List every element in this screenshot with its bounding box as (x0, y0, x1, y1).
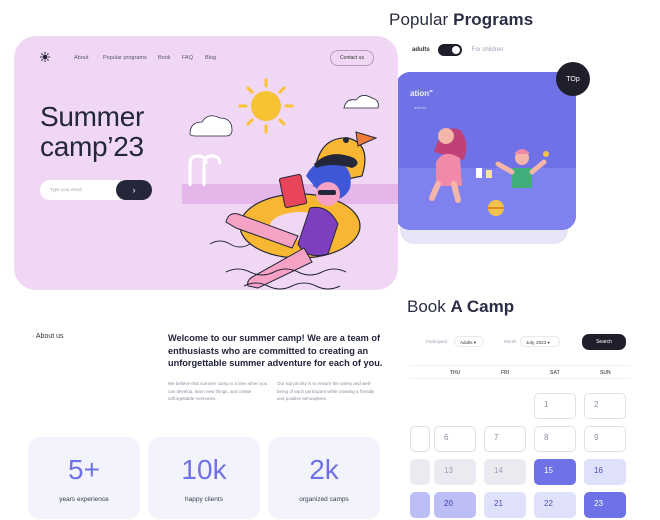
calendar-day[interactable]: 14 (484, 459, 526, 485)
stat-value: 10k (181, 454, 227, 485)
about-lead-text: Welcome to our summer camp! We are a tea… (168, 333, 383, 369)
day-thu: THU (450, 370, 461, 376)
stat-card-clients: 10k happy clients (148, 437, 260, 519)
popular-programs-title-light: Popular (389, 10, 449, 29)
toggle-label-children[interactable]: For children (472, 47, 504, 53)
girl-on-duck-float-illustration (182, 78, 398, 290)
calendar-header: THU FRI SAT SUN (410, 365, 630, 379)
calendar-day[interactable]: 7 (484, 426, 526, 452)
stat-card-camps: 2k organized camps (268, 437, 380, 519)
month-value: July, 2023 (526, 340, 547, 345)
stat-caption: years experience (59, 496, 109, 503)
calendar-day-selected[interactable]: 15 (534, 459, 576, 485)
calendar-day-in-range[interactable]: 16 (584, 459, 626, 485)
stat-caption: happy clients (185, 496, 223, 503)
search-button[interactable]: Search (582, 334, 626, 350)
calendar-day[interactable]: 13 (434, 459, 476, 485)
calendar-day[interactable] (410, 459, 430, 485)
stat-value: 5+ (68, 454, 100, 485)
cloud-icon (189, 115, 233, 137)
about-paragraph-2: Our top priority is to ensure the safety… (277, 381, 375, 401)
participant-value: Adults (460, 340, 473, 345)
calendar-day[interactable] (410, 426, 430, 452)
calendar-day-in-range[interactable]: 22 (534, 492, 576, 518)
sun-icon (238, 78, 294, 134)
about-paragraph-1: We believe that summer camp is a time wh… (168, 381, 268, 401)
popular-programs-title: Popular Programs (389, 10, 533, 30)
day-sat: SAT (550, 370, 560, 376)
book-title-bold: A Camp (450, 297, 515, 316)
audience-toggle[interactable] (437, 44, 462, 56)
calendar-day[interactable]: 8 (534, 426, 576, 452)
cloud-icon (343, 95, 379, 109)
calendar-day-in-range[interactable]: 21 (484, 492, 526, 518)
day-fri: FRI (501, 370, 510, 376)
month-select[interactable]: July, 2023 ▾ (520, 336, 560, 347)
stat-card-years: 5+ years experience (28, 437, 140, 519)
stat-caption: organized camps (299, 496, 349, 503)
stat-value: 2k (309, 454, 339, 485)
toggle-label-adults[interactable]: adults (412, 47, 430, 53)
hero-section: About Popular programs Book FAQ Blog Con… (14, 36, 398, 290)
program-card[interactable]: ation" activity (396, 72, 576, 230)
month-label: Month (504, 339, 517, 344)
calendar-day-in-range[interactable] (410, 492, 430, 518)
book-a-camp-title: Book A Camp (407, 297, 514, 317)
calendar-day[interactable]: 6 (434, 426, 476, 452)
day-sun: SUN (600, 370, 611, 376)
participant-label: Participant (426, 339, 448, 344)
calendar-day[interactable]: 9 (584, 426, 626, 452)
participant-select[interactable]: Adults ▾ (454, 336, 484, 347)
top-badge: TOp (556, 62, 590, 96)
booking-controls: Participant Adults ▾ Month July, 2023 ▾ … (426, 334, 626, 350)
about-us-label-text: About us (35, 333, 64, 340)
kids-in-pool-illustration (429, 128, 549, 216)
about-us-label: · About us (32, 333, 64, 340)
popular-programs-title-bold: Programs (453, 10, 534, 29)
book-title-light: Book (407, 297, 446, 316)
calendar-day[interactable]: 1 (534, 393, 576, 419)
calendar-day[interactable]: 2 (584, 393, 626, 419)
audience-toggle-row: adults For children (400, 44, 503, 56)
calendar-day-in-range[interactable]: 20 (434, 492, 476, 518)
calendar-day-selected[interactable]: 23 (584, 492, 626, 518)
